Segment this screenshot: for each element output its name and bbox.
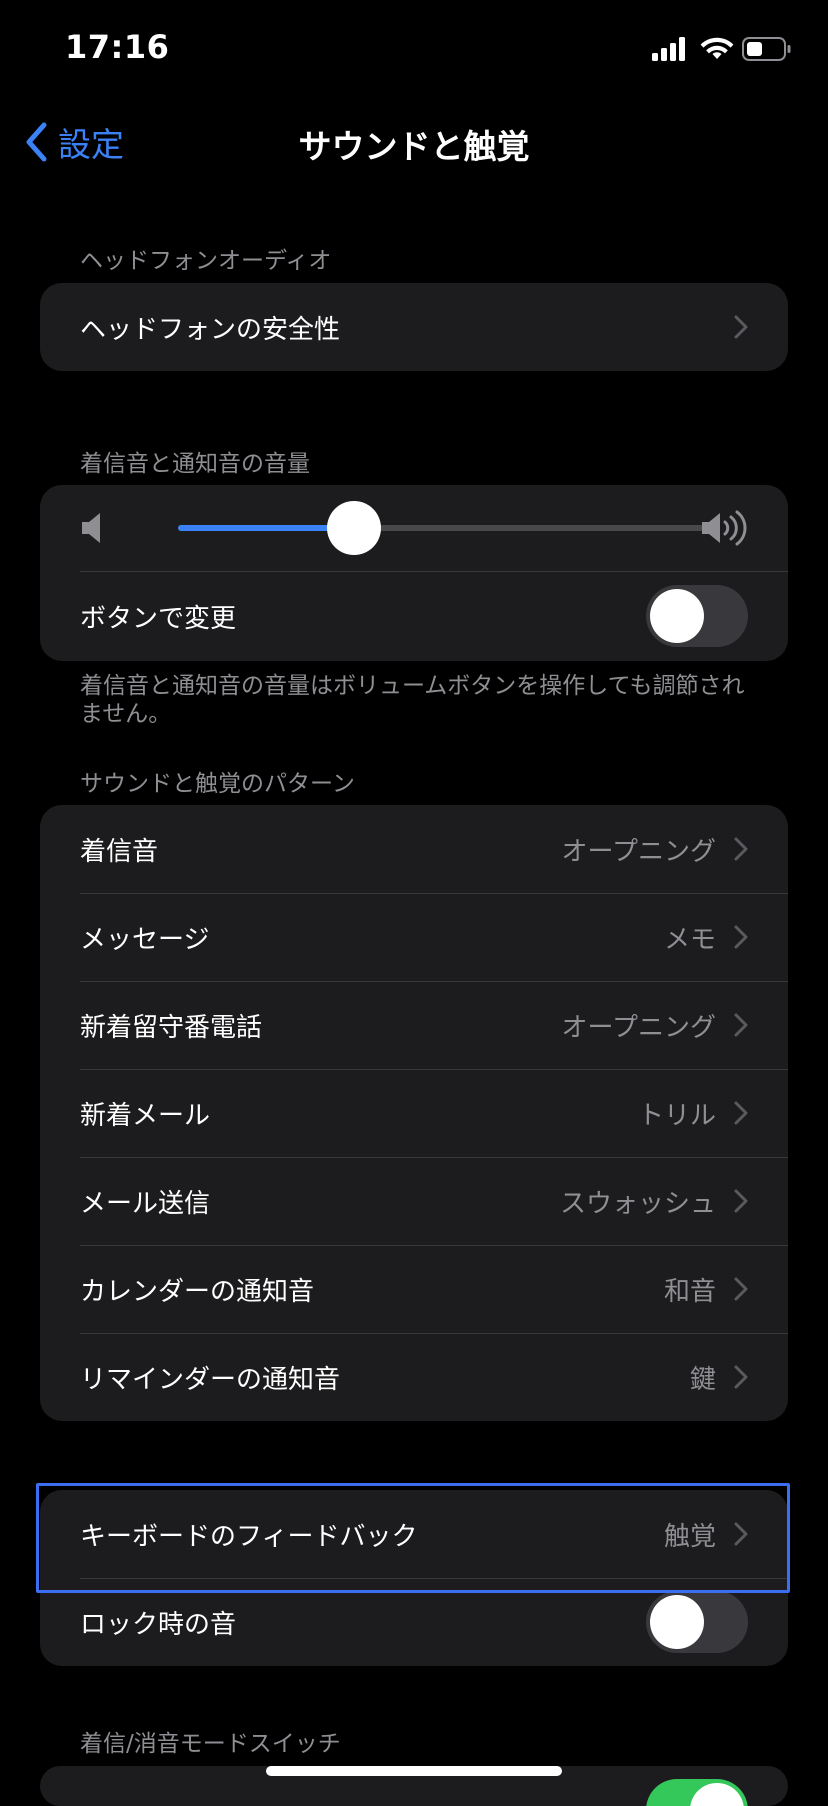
lock-sound-toggle[interactable] (646, 1591, 748, 1653)
battery-icon (742, 37, 791, 61)
toggle-knob (650, 1595, 704, 1649)
chevron-right-icon (734, 837, 748, 861)
row-value: 触覚 (663, 1521, 716, 1552)
row-headphone-safety[interactable]: ヘッドフォンの安全性 (40, 283, 788, 371)
row-value: スウォッシュ (559, 1188, 716, 1219)
section-header-headphone: ヘッドフォンオーディオ (80, 248, 332, 274)
row-label: キーボードのフィードバック (80, 1521, 418, 1552)
ringer-footer-note: 着信音と通知音の音量はボリュームボタンを操作しても調節されません。 (80, 673, 745, 727)
volume-slider-thumb[interactable] (326, 501, 381, 555)
row-value: 和音 (663, 1276, 716, 1307)
row-label: メール送信 (80, 1188, 211, 1219)
row-label: 新着メール (80, 1100, 211, 1131)
chevron-right-icon (734, 1101, 748, 1125)
row-calendar-alerts[interactable]: カレンダーの通知音 和音 (40, 1245, 788, 1333)
row-new-voicemail[interactable]: 新着留守番電話 オープニング (40, 981, 788, 1069)
row-label: 着信音 (80, 836, 159, 867)
section-header-ring-silent: 着信/消音モードスイッチ (80, 1731, 341, 1757)
row-label: カレンダーの通知音 (80, 1276, 315, 1307)
row-value: オープニング (561, 836, 716, 867)
row-label: ヘッドフォンの安全性 (80, 314, 341, 345)
row-label: リマインダーの通知音 (80, 1364, 341, 1395)
row-label: 新着留守番電話 (80, 1012, 263, 1043)
row-value: メモ (663, 924, 716, 955)
toggle-knob (690, 1783, 744, 1806)
row-text-tone[interactable]: メッセージ メモ (40, 893, 788, 981)
patterns-group: 着信音 オープニング メッセージ メモ 新着留守番電話 オープニング 新着メール… (40, 805, 788, 1421)
status-icons (652, 34, 792, 66)
row-keyboard-feedback[interactable]: キーボードのフィードバック 触覚 (40, 1490, 788, 1578)
section-header-ringer: 着信音と通知音の音量 (80, 451, 310, 477)
ringer-group: ボタンで変更 (40, 485, 788, 661)
row-label: メッセージ (80, 924, 210, 955)
row-change-with-buttons: ボタンで変更 (40, 571, 788, 661)
row-label: ロック時の音 (80, 1609, 237, 1640)
wifi-icon (700, 37, 734, 59)
change-with-buttons-toggle[interactable] (646, 585, 748, 647)
ring-silent-toggle[interactable] (646, 1779, 748, 1806)
chevron-right-icon (734, 1277, 748, 1301)
chevron-right-icon (734, 1365, 748, 1389)
chevron-right-icon (734, 1013, 748, 1037)
volume-slider[interactable] (178, 501, 710, 555)
home-indicator (266, 1766, 562, 1776)
page-title: サウンドと触覚 (298, 127, 530, 166)
row-new-mail[interactable]: 新着メール トリル (40, 1069, 788, 1157)
chevron-right-icon (734, 315, 748, 339)
row-label: ボタンで変更 (80, 603, 237, 634)
cellular-signal-icon (652, 37, 685, 61)
keyboard-group: キーボードのフィードバック 触覚 ロック時の音 (40, 1490, 788, 1666)
status-time: 17:16 (65, 28, 170, 66)
speaker-low-icon (82, 513, 100, 543)
row-sent-mail[interactable]: メール送信 スウォッシュ (40, 1157, 788, 1245)
speaker-high-icon (702, 510, 747, 546)
chevron-right-icon (734, 1189, 748, 1213)
row-value: 鍵 (689, 1364, 716, 1395)
section-header-patterns: サウンドと触覚のパターン (80, 771, 355, 797)
chevron-right-icon (734, 925, 748, 949)
row-reminder-alerts[interactable]: リマインダーの通知音 鍵 (40, 1333, 788, 1421)
headphone-group: ヘッドフォンの安全性 (40, 283, 788, 371)
volume-slider-row (40, 485, 788, 571)
row-lock-sound: ロック時の音 (40, 1578, 788, 1666)
toggle-knob (650, 589, 704, 643)
row-value: オープニング (561, 1012, 716, 1043)
chevron-right-icon (734, 1522, 748, 1546)
row-ringtone[interactable]: 着信音 オープニング (40, 805, 788, 893)
row-value: トリル (637, 1100, 716, 1131)
